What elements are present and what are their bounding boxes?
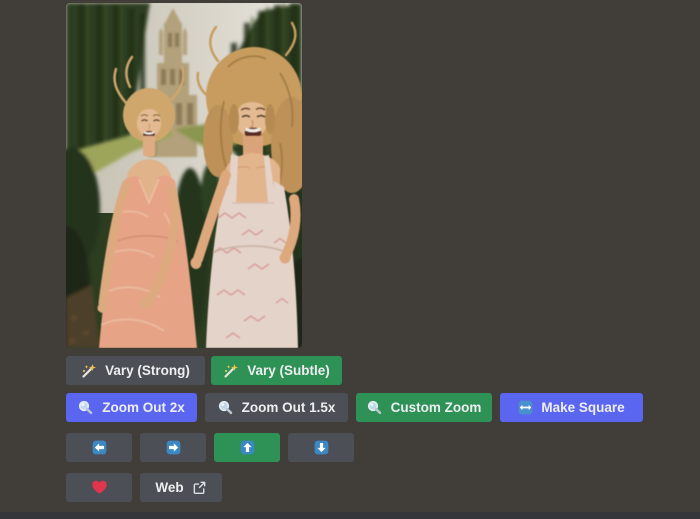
zoom-out-2x-label: Zoom Out 2x xyxy=(102,400,185,415)
generated-image-art xyxy=(66,3,302,348)
pan-right-button[interactable] xyxy=(140,433,206,462)
arrow-down-icon xyxy=(314,440,328,455)
zoom-out-2x-button[interactable]: Zoom Out 2x xyxy=(66,393,197,422)
web-button[interactable]: Web xyxy=(140,473,222,502)
magic-wand-icon xyxy=(224,363,239,378)
zoom-out-1-5x-label: Zoom Out 1.5x xyxy=(241,400,336,415)
custom-zoom-button[interactable]: Custom Zoom xyxy=(356,393,492,422)
arrow-left-icon xyxy=(92,440,106,455)
magnifying-glass-icon xyxy=(367,400,381,414)
favorite-button[interactable] xyxy=(66,473,132,502)
custom-zoom-label: Custom Zoom xyxy=(390,400,482,415)
make-square-label: Make Square xyxy=(541,400,625,415)
web-label: Web xyxy=(155,480,184,495)
message-input[interactable] xyxy=(0,512,700,519)
arrow-up-icon xyxy=(240,440,254,455)
pan-up-button[interactable] xyxy=(214,433,280,462)
vary-subtle-button[interactable]: Vary (Subtle) xyxy=(211,356,342,385)
left-right-arrow-icon xyxy=(519,400,533,415)
discord-chat-area: Vary (Strong) Vary (Subtle) Zoom Out 2x … xyxy=(0,0,700,519)
pan-left-button[interactable] xyxy=(66,433,132,462)
magnifying-glass-icon xyxy=(79,400,93,414)
magnifying-glass-icon xyxy=(218,400,232,414)
heart-icon xyxy=(91,480,107,494)
zoom-out-1-5x-button[interactable]: Zoom Out 1.5x xyxy=(205,393,348,422)
arrow-right-icon xyxy=(166,440,180,455)
make-square-button[interactable]: Make Square xyxy=(500,393,643,422)
vary-subtle-label: Vary (Subtle) xyxy=(247,363,330,378)
external-link-icon xyxy=(193,481,205,495)
magic-wand-icon xyxy=(82,363,97,378)
generated-image[interactable] xyxy=(66,3,302,348)
pan-down-button[interactable] xyxy=(288,433,354,462)
vary-strong-label: Vary (Strong) xyxy=(105,363,190,378)
vary-strong-button[interactable]: Vary (Strong) xyxy=(66,356,205,385)
